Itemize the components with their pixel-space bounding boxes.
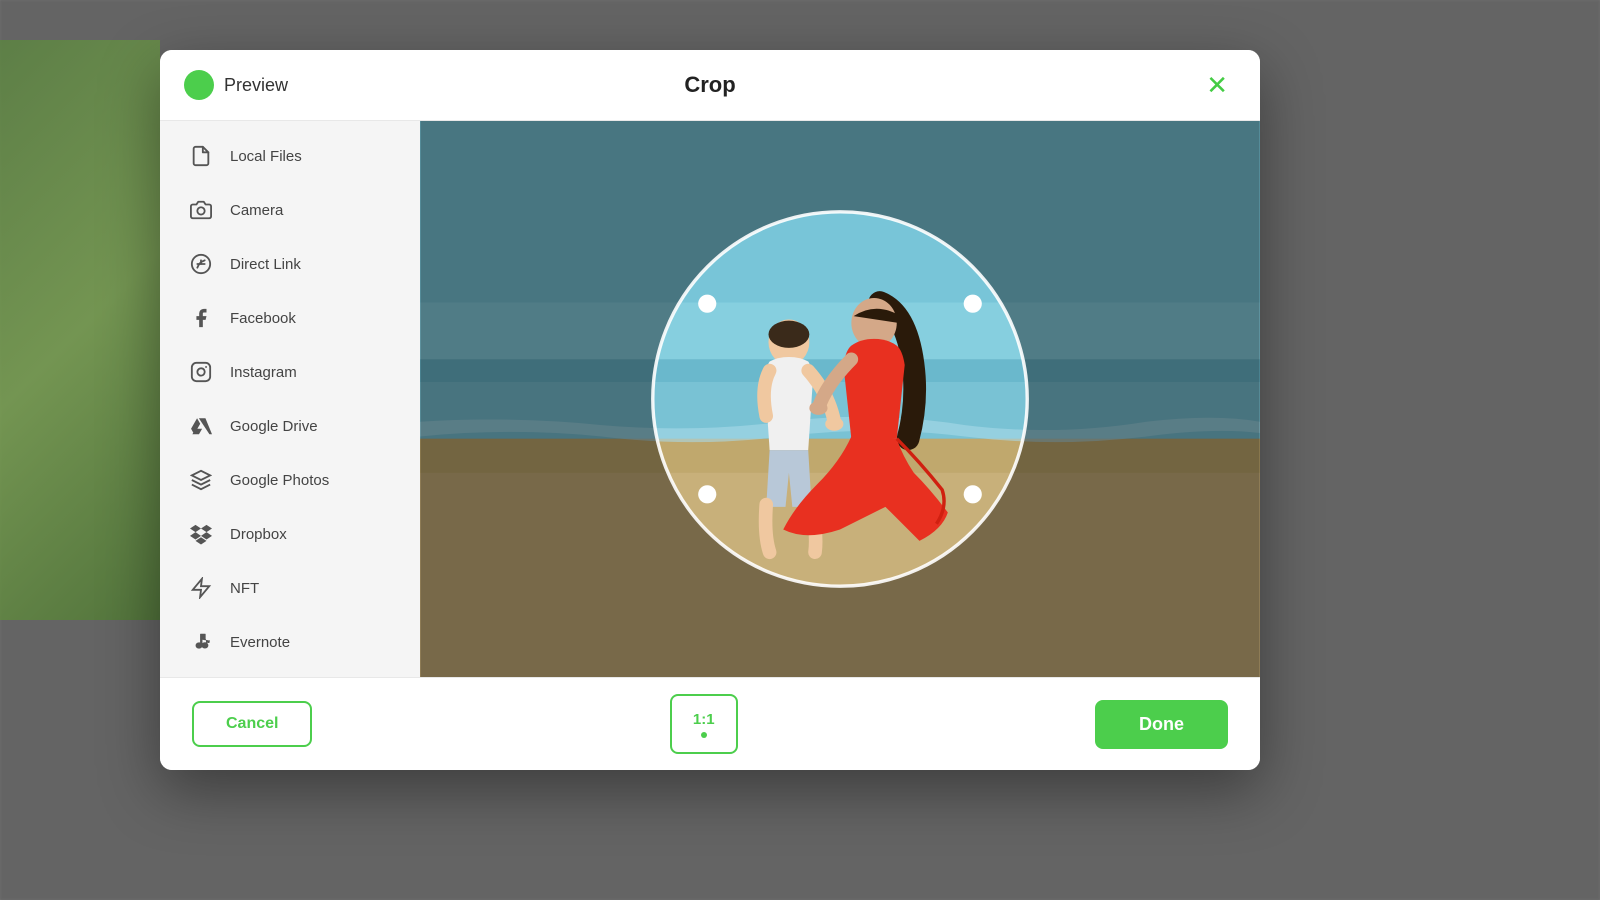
sidebar-label: NFT (230, 580, 259, 597)
sidebar-item-google-drive[interactable]: Google Drive (160, 399, 420, 453)
sidebar-item-facebook[interactable]: Facebook (160, 291, 420, 345)
crop-dialog: Preview Crop ✕ Local Files (160, 50, 1260, 770)
preview-section: Preview (184, 70, 288, 100)
instagram-icon (188, 359, 214, 385)
scene-svg (420, 121, 1260, 677)
main-content (420, 121, 1260, 677)
sidebar-label: Instagram (230, 364, 297, 381)
sidebar-label: Direct Link (230, 256, 301, 273)
dialog-header: Preview Crop ✕ (160, 50, 1260, 121)
dialog-body: Local Files Camera (160, 121, 1260, 677)
file-icon (188, 143, 214, 169)
facebook-icon (188, 305, 214, 331)
crop-area[interactable] (420, 121, 1260, 677)
ratio-label: 1:1 (693, 711, 715, 728)
cancel-button[interactable]: Cancel (192, 701, 312, 747)
dialog-footer: Cancel 1:1 Done (160, 677, 1260, 770)
sidebar-label: Google Photos (230, 472, 329, 489)
drive-icon (188, 413, 214, 439)
sidebar-item-evernote[interactable]: Evernote (160, 615, 420, 669)
nft-icon (188, 575, 214, 601)
sidebar: Local Files Camera (160, 121, 420, 677)
evernote-icon (188, 629, 214, 655)
close-button[interactable]: ✕ (1198, 68, 1236, 102)
dropbox-icon (188, 521, 214, 547)
sidebar-label: Google Drive (230, 418, 318, 435)
preview-dot (184, 70, 214, 100)
ratio-dot (701, 732, 707, 738)
sidebar-label: Camera (230, 202, 283, 219)
bg-left-image (0, 40, 160, 620)
link-icon (188, 251, 214, 277)
sidebar-label: Dropbox (230, 526, 287, 543)
done-button[interactable]: Done (1095, 700, 1228, 749)
sidebar-item-nft[interactable]: NFT (160, 561, 420, 615)
sidebar-item-camera[interactable]: Camera (160, 183, 420, 237)
sidebar-label: Facebook (230, 310, 296, 327)
sidebar-item-local-files[interactable]: Local Files (160, 129, 420, 183)
sidebar-item-google-photos[interactable]: Google Photos (160, 453, 420, 507)
sidebar-item-direct-link[interactable]: Direct Link (160, 237, 420, 291)
ratio-button[interactable]: 1:1 (670, 694, 738, 754)
photos-icon (188, 467, 214, 493)
sidebar-label: Local Files (230, 148, 302, 165)
sidebar-label: Evernote (230, 634, 290, 651)
sidebar-item-dropbox[interactable]: Dropbox (160, 507, 420, 561)
dialog-title: Crop (684, 72, 735, 98)
preview-label: Preview (224, 75, 288, 96)
camera-icon (188, 197, 214, 223)
sidebar-item-instagram[interactable]: Instagram (160, 345, 420, 399)
